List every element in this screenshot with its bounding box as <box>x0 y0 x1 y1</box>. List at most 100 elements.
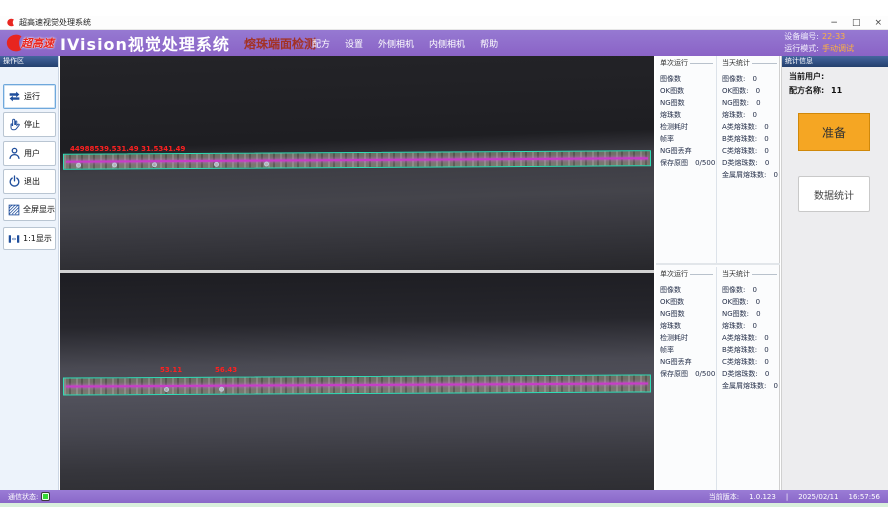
stat-row: NG图数 <box>660 305 716 317</box>
status-time: 16:57:56 <box>849 493 880 501</box>
stat-row: B类熔珠数: 0 <box>722 130 780 142</box>
stat-value: 0 <box>764 135 768 142</box>
stat-row: 帧率 <box>660 341 716 353</box>
stat-label: 帧率 <box>660 135 674 142</box>
device-number-label: 设备编号: <box>784 32 819 41</box>
stat-label: 熔珠数: <box>722 111 745 118</box>
maximize-button[interactable]: □ <box>852 16 861 30</box>
stat-value: 0 <box>756 87 760 94</box>
one-to-one-button[interactable]: 1:1显示 <box>3 227 56 250</box>
stat-label: B类熔珠数: <box>722 135 757 142</box>
power-icon <box>8 175 21 188</box>
bead-marker <box>164 387 169 392</box>
menu-item[interactable]: 配方 <box>312 37 330 50</box>
stat-label: 检测耗时 <box>660 123 688 130</box>
stat-row: NG图丢弃 <box>660 353 716 365</box>
app-window: 超高速视觉处理系统 − □ × 超高速 IVision视觉处理系统 熔珠端面检测… <box>0 0 888 522</box>
stat-row: 检测耗时 <box>660 118 716 130</box>
stat-label: 图像数 <box>660 75 681 82</box>
main-menu: 配方 设置 外侧相机 内侧相机 帮助 <box>312 30 498 56</box>
stat-label: 保存原图 <box>660 370 688 377</box>
exit-button[interactable]: 退出 <box>3 169 56 194</box>
one-to-one-icon <box>8 233 20 245</box>
bead-marker <box>264 162 269 167</box>
minimize-button[interactable]: − <box>830 16 838 30</box>
stat-value: 0 <box>773 382 777 389</box>
stat-row: A类熔珠数: 0 <box>722 118 780 130</box>
stat-label: 检测耗时 <box>660 334 688 341</box>
stat-row: 熔珠数: 0 <box>722 317 780 329</box>
current-user-label: 当前用户: <box>789 72 824 81</box>
stat-value: 0 <box>752 322 756 329</box>
fullscreen-button[interactable]: 全屏显示 <box>3 198 56 221</box>
stat-row: NG图数: 0 <box>722 305 780 317</box>
brand-text: 超高速 <box>21 35 54 51</box>
device-info: 设备编号:22-33 运行模式:手动调试 <box>784 31 854 55</box>
status-date: 2025/02/11 <box>798 493 838 501</box>
version-value: 1.0.123 <box>749 493 776 501</box>
menu-item[interactable]: 外侧相机 <box>378 37 414 50</box>
stat-row: 金属屑熔珠数: 0 <box>722 166 780 178</box>
stat-label: NG图数: <box>722 99 749 106</box>
desktop-edge-strip <box>0 503 888 507</box>
status-separator: | <box>786 493 788 501</box>
stat-row: 保存原图 0/500 <box>660 154 716 166</box>
operation-sidebar: 操作区 运行 停止 用户 退出 <box>0 56 59 490</box>
weld-bead-strip <box>63 374 651 395</box>
stat-label: 熔珠数 <box>660 322 681 329</box>
statistics-area: 单次运行 图像数 OK图数 <box>656 56 780 490</box>
run-mode-value: 手动调试 <box>822 44 854 53</box>
stat-row: NG图数: 0 <box>722 94 780 106</box>
stat-label: 金属屑熔珠数: <box>722 171 766 178</box>
comm-status-label: 通信状态: <box>8 492 38 502</box>
page-title: IVision视觉处理系统 <box>60 31 230 55</box>
stat-label: 熔珠数 <box>660 111 681 118</box>
stat-label: 图像数: <box>722 286 745 293</box>
group-rule <box>752 63 777 64</box>
user-button-label: 用户 <box>24 148 40 159</box>
stat-row: OK图数 <box>660 293 716 305</box>
close-button[interactable]: × <box>874 16 882 30</box>
menu-item[interactable]: 内侧相机 <box>429 37 465 50</box>
run-loop-icon <box>8 90 21 103</box>
data-statistics-button[interactable]: 数据统计 <box>798 176 870 212</box>
inner-camera-viewport[interactable]: 53.11 56.43 <box>60 273 654 490</box>
stat-label: OK图数: <box>722 87 748 94</box>
stat-row: C类熔珠数: 0 <box>722 142 780 154</box>
stat-label: D类熔珠数: <box>722 370 758 377</box>
fullscreen-grid-icon <box>8 204 20 216</box>
window-titlebar: 超高速视觉处理系统 − □ × <box>0 16 888 30</box>
stat-label: 熔珠数: <box>722 322 745 329</box>
stop-button-label: 停止 <box>24 119 40 130</box>
inspection-mode-title: 熔珠端面检测 <box>244 35 316 52</box>
stat-value: 0 <box>756 298 760 305</box>
user-icon <box>8 147 21 160</box>
stat-label: B类熔珠数: <box>722 346 757 353</box>
menu-item[interactable]: 设置 <box>345 37 363 50</box>
device-number-value: 22-33 <box>822 32 845 41</box>
stat-value: 0 <box>752 286 756 293</box>
run-button[interactable]: 运行 <box>3 84 56 109</box>
prepare-button[interactable]: 准备 <box>798 113 870 151</box>
menu-item[interactable]: 帮助 <box>480 37 498 50</box>
stop-button[interactable]: 停止 <box>3 112 56 137</box>
window-title: 超高速视觉处理系统 <box>19 17 91 28</box>
stat-value: 0 <box>765 370 769 377</box>
daily-stats-title: 当天统计 <box>722 58 750 68</box>
stat-row: C类熔珠数: 0 <box>722 353 780 365</box>
single-run-column: 单次运行 图像数 OK图数 <box>656 267 717 490</box>
stat-value: 0 <box>752 111 756 118</box>
single-run-rows: 图像数 OK图数 NG图数 <box>660 281 716 377</box>
inner-camera-stats-panel: 单次运行 图像数 OK图数 <box>656 267 780 490</box>
stat-label: 图像数 <box>660 286 681 293</box>
stat-label: OK图数: <box>722 298 748 305</box>
brand-logo: 超高速 <box>4 33 54 53</box>
sidebar-title: 操作区 <box>0 56 58 67</box>
stat-row: D类熔珠数: 0 <box>722 154 780 166</box>
stat-label: OK图数 <box>660 87 684 94</box>
outer-camera-viewport[interactable]: 44988539.531.49 31.5341.49 <box>60 56 654 270</box>
single-run-title: 单次运行 <box>660 58 688 68</box>
stat-value: 0 <box>765 159 769 166</box>
stat-value: 0 <box>752 75 756 82</box>
user-button[interactable]: 用户 <box>3 141 56 166</box>
